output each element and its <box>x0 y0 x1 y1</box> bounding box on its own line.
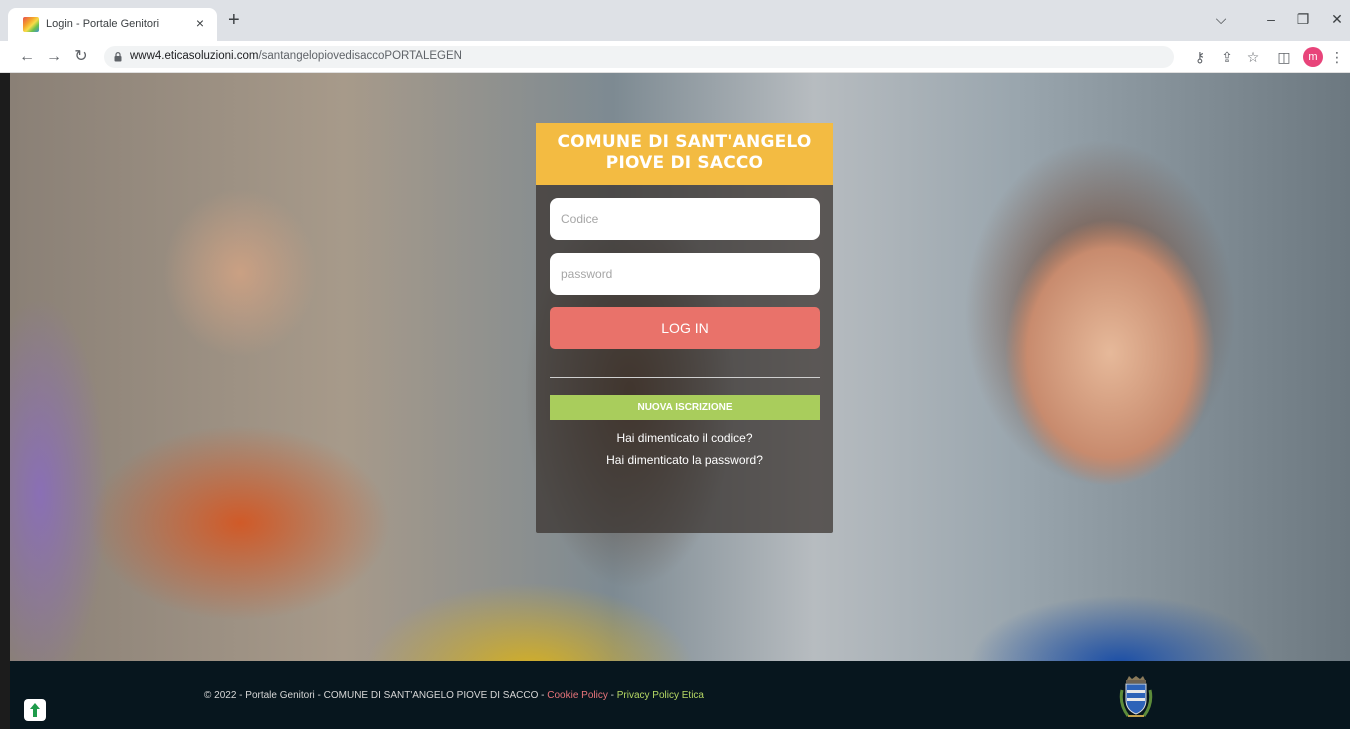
reload-icon[interactable]: ↻ <box>72 48 90 66</box>
chevron-down-icon[interactable]: ⌵ <box>1212 11 1230 28</box>
lock-icon <box>114 52 122 62</box>
restore-icon[interactable]: ❐ <box>1294 11 1312 28</box>
key-icon[interactable]: ⚷ <box>1191 48 1209 66</box>
login-panel: COMUNE DI SANT'ANGELO PIOVE DI SACCO LOG… <box>536 123 833 533</box>
back-icon[interactable]: ← <box>18 48 36 66</box>
site-favicon-icon <box>23 17 39 32</box>
forgot-code-link[interactable]: Hai dimenticato il codice? <box>536 431 833 445</box>
browser-address-bar: ← → ↻ www4.eticasoluzioni.com/santangelo… <box>0 41 1350 73</box>
url-text: www4.eticasoluzioni.com/santangelopioved… <box>130 50 462 62</box>
url-path: /santangelopiovedisaccoPORTALEGEN <box>258 50 462 62</box>
code-input[interactable] <box>550 198 820 240</box>
close-window-icon[interactable]: ✕ <box>1328 11 1346 28</box>
forgot-password-link[interactable]: Hai dimenticato la password? <box>536 453 833 467</box>
menu-icon[interactable]: ⋮ <box>1328 48 1346 66</box>
close-tab-icon[interactable]: × <box>191 14 209 32</box>
scroll-to-top-button[interactable] <box>24 699 46 721</box>
municipality-crest-icon <box>1119 676 1153 717</box>
arrow-up-icon <box>30 703 40 717</box>
footer-separator: - <box>607 690 617 701</box>
url-domain: www4.eticasoluzioni.com <box>130 50 259 62</box>
new-tab-button[interactable]: + <box>228 10 240 30</box>
copyright-text: © 2022 - Portale Genitori - COMUNE DI SA… <box>204 690 548 701</box>
municipality-title: COMUNE DI SANT'ANGELO PIOVE DI SACCO <box>536 123 833 185</box>
new-registration-button[interactable]: NUOVA ISCRIZIONE <box>550 395 820 420</box>
sidepanel-icon[interactable]: ◫ <box>1275 48 1293 66</box>
url-bar[interactable]: www4.eticasoluzioni.com/santangelopioved… <box>104 46 1174 68</box>
footer-copyright: © 2022 - Portale Genitori - COMUNE DI SA… <box>204 690 704 701</box>
forward-icon[interactable]: → <box>45 48 63 66</box>
browser-tab-bar: Login - Portale Genitori × + ⌵ – ❐ ✕ <box>0 0 1350 41</box>
cookie-policy-link[interactable]: Cookie Policy <box>547 690 608 701</box>
star-icon[interactable]: ☆ <box>1244 48 1262 66</box>
password-input[interactable] <box>550 253 820 295</box>
minimize-icon[interactable]: – <box>1262 11 1280 27</box>
profile-avatar[interactable]: m <box>1303 47 1323 67</box>
divider <box>550 377 820 378</box>
tab-title: Login - Portale Genitori <box>46 18 160 30</box>
browser-tab[interactable]: Login - Portale Genitori × <box>8 8 217 41</box>
login-button[interactable]: LOG IN <box>550 307 820 349</box>
privacy-policy-link[interactable]: Privacy Policy Etica <box>617 690 704 701</box>
page-footer: © 2022 - Portale Genitori - COMUNE DI SA… <box>10 661 1350 729</box>
share-icon[interactable]: ⇪ <box>1218 48 1236 66</box>
